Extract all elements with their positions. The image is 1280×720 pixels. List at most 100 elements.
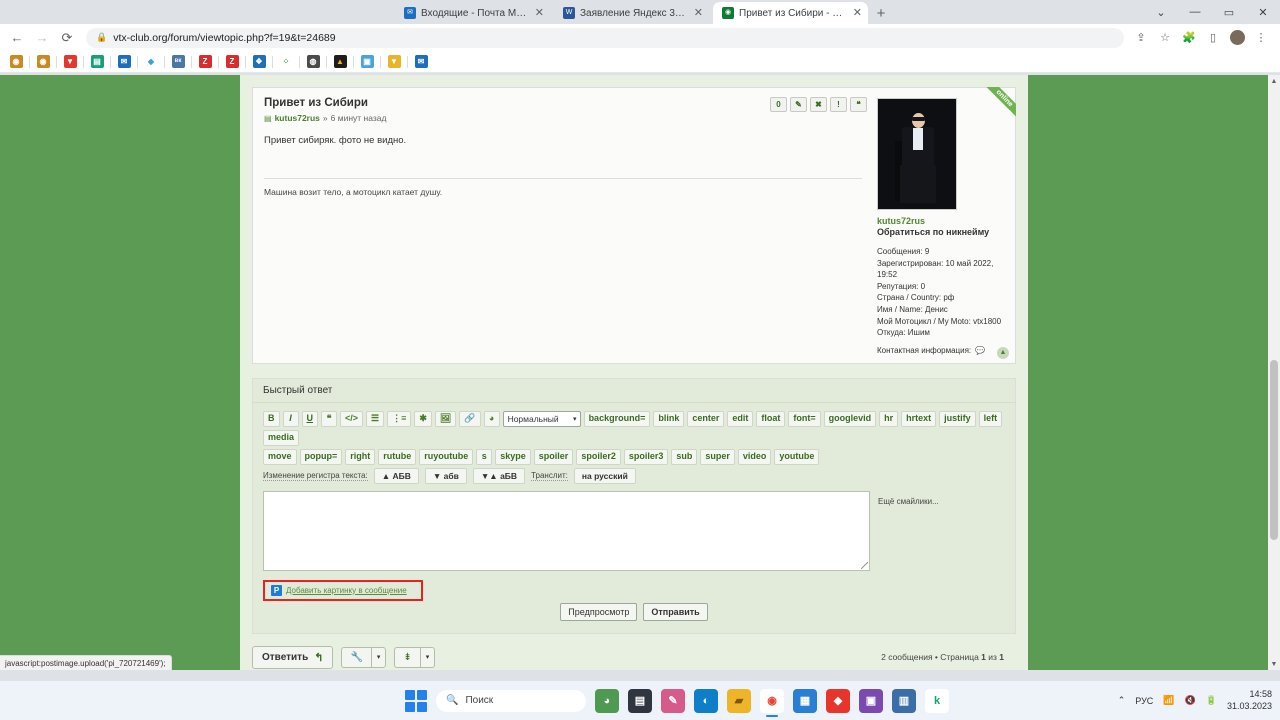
- browser-tab-2[interactable]: W Заявление Яндекс 360.docx - Я… ✕: [554, 2, 709, 24]
- bbcode-video[interactable]: video: [737, 448, 772, 465]
- bookmark-item-11[interactable]: ⁘: [274, 53, 298, 71]
- avatar[interactable]: [877, 98, 957, 210]
- reply-button[interactable]: Ответить ↰: [252, 645, 334, 669]
- chevron-down-icon[interactable]: ▾: [370, 646, 387, 668]
- bookmark-item-5[interactable]: ✉: [112, 53, 136, 71]
- image-button[interactable]: 🖼: [434, 410, 457, 427]
- add-image-highlight[interactable]: Р Добавить картинку в сообщение: [263, 579, 423, 601]
- display-sort-split-button[interactable]: ⇟ ▾: [394, 646, 436, 668]
- bbcode-edit[interactable]: edit: [727, 410, 754, 427]
- bbcode-left[interactable]: left: [978, 410, 1003, 427]
- taskbar-store[interactable]: ▦: [793, 688, 817, 713]
- scrollbar-up-arrow[interactable]: ▲: [1268, 75, 1280, 87]
- list-button[interactable]: ☰: [366, 410, 385, 427]
- post-report-button[interactable]: !: [830, 97, 847, 112]
- italic-button[interactable]: I: [282, 410, 299, 427]
- font-size-select[interactable]: Нормальный: [502, 410, 581, 427]
- bookmark-item-4[interactable]: ▤: [85, 53, 109, 71]
- scrollbar-thumb[interactable]: [1270, 360, 1278, 540]
- sort-icon[interactable]: ⇟: [394, 646, 420, 668]
- back-icon[interactable]: ←: [6, 27, 28, 49]
- bookmark-item-6[interactable]: ◆: [139, 53, 163, 71]
- more-smilies-link[interactable]: Ещё смайлики...: [878, 491, 939, 571]
- scrollbar-down-arrow[interactable]: ▼: [1268, 658, 1280, 670]
- bbcode-super[interactable]: super: [700, 448, 735, 465]
- window-chevron-icon[interactable]: ⌄: [1144, 0, 1178, 24]
- bbcode-ruyoutube[interactable]: ruyoutube: [419, 448, 474, 465]
- bbcode-hr[interactable]: hr: [879, 410, 899, 427]
- bbcode-rutube[interactable]: rutube: [378, 448, 417, 465]
- taskbar-chrome[interactable]: ◉: [760, 688, 784, 717]
- window-close-icon[interactable]: ✕: [1246, 0, 1280, 24]
- quote-button[interactable]: ❝: [321, 410, 337, 427]
- bbcode-youtube[interactable]: youtube: [774, 448, 820, 465]
- extensions-puzzle-icon[interactable]: 🧩: [1180, 29, 1198, 47]
- bbcode-move[interactable]: move: [263, 448, 297, 465]
- browser-tab-3-active[interactable]: ◉ Привет из Сибири - HONDA VT… ✕: [713, 2, 868, 24]
- code-button[interactable]: </>: [340, 410, 364, 427]
- bookmark-item-15[interactable]: ▼: [382, 53, 406, 71]
- bookmark-item-3[interactable]: ▼: [58, 53, 82, 71]
- preview-button[interactable]: Предпросмотр: [560, 602, 638, 621]
- taskbar-edge[interactable]: ◐: [694, 688, 718, 713]
- color-button[interactable]: ◕: [483, 410, 500, 427]
- bbcode-hrtext[interactable]: hrtext: [901, 410, 937, 427]
- post-quote-button[interactable]: ❝: [850, 97, 867, 112]
- taskbar-red-app[interactable]: ◆: [826, 688, 850, 713]
- bbcode-spoiler2[interactable]: spoiler2: [576, 448, 621, 465]
- lowercase-button[interactable]: ▼ абв: [424, 467, 467, 484]
- bookmark-item-14[interactable]: ▣: [355, 53, 379, 71]
- bbcode-justify[interactable]: justify: [939, 410, 976, 427]
- profile-username[interactable]: kutus72rus: [877, 216, 1007, 226]
- browser-tab-1[interactable]: ✉ Входящие - Почта Mail.ru ✕: [395, 2, 550, 24]
- translit-to-russian-button[interactable]: на русский: [573, 467, 636, 484]
- bbcode-popup[interactable]: popup=: [299, 448, 343, 465]
- tray-chevron-icon[interactable]: ⌃: [1118, 695, 1126, 706]
- bookmark-item-10[interactable]: ❖: [247, 53, 271, 71]
- bookmark-item-12[interactable]: ◍: [301, 53, 325, 71]
- bold-button[interactable]: B: [263, 410, 280, 427]
- post-author-link[interactable]: kutus72rus: [275, 113, 320, 123]
- bbcode-background[interactable]: background=: [583, 410, 651, 427]
- bbcode-s[interactable]: s: [476, 448, 493, 465]
- bookmark-item-13[interactable]: ▲: [328, 53, 352, 71]
- taskbar-search-box[interactable]: 🔍 Поиск: [436, 689, 586, 712]
- bbcode-media[interactable]: media: [263, 429, 300, 446]
- tab-close-icon[interactable]: ✕: [535, 7, 544, 19]
- address-bar[interactable]: 🔒 vtx-club.org/forum/viewtopic.php?f=19&…: [86, 27, 1124, 48]
- wifi-icon[interactable]: 📶: [1163, 695, 1174, 706]
- url-button[interactable]: 🔗: [459, 410, 481, 427]
- taskbar-kaspersky[interactable]: k: [925, 688, 949, 713]
- bookmark-item-1[interactable]: ◉: [4, 53, 28, 71]
- add-image-link[interactable]: Добавить картинку в сообщение: [286, 586, 407, 595]
- tab-close-icon[interactable]: ✕: [694, 7, 703, 19]
- new-tab-button[interactable]: +: [868, 2, 894, 24]
- bbcode-spoiler[interactable]: spoiler: [533, 448, 574, 465]
- tab-close-icon[interactable]: ✕: [853, 7, 862, 19]
- bookmark-item-16[interactable]: ✉: [409, 53, 433, 71]
- post-delete-button[interactable]: ✖: [810, 97, 827, 112]
- wrench-icon[interactable]: 🔧: [341, 646, 371, 668]
- topic-tools-split-button[interactable]: 🔧 ▾: [341, 646, 387, 668]
- bbcode-spoiler3[interactable]: spoiler3: [623, 448, 669, 465]
- taskbar-file-explorer-dark[interactable]: ▤: [628, 688, 652, 713]
- profile-avatar[interactable]: [1228, 29, 1246, 47]
- language-indicator[interactable]: РУС: [1135, 696, 1153, 706]
- chevron-down-icon[interactable]: ▾: [419, 646, 436, 668]
- windows-start-icon[interactable]: [405, 689, 427, 712]
- share-icon[interactable]: ⇪: [1132, 29, 1150, 47]
- bbcode-right[interactable]: right: [345, 448, 376, 465]
- underline-button[interactable]: U: [301, 410, 318, 427]
- bbcode-center[interactable]: center: [687, 410, 725, 427]
- window-minimize-icon[interactable]: —: [1178, 0, 1212, 24]
- taskbar-clock[interactable]: 14:58 31.03.2023: [1227, 689, 1272, 712]
- volume-mute-icon[interactable]: 🔇: [1185, 695, 1196, 706]
- bbcode-skype[interactable]: skype: [495, 448, 531, 465]
- bookmark-item-2[interactable]: ◉: [31, 53, 55, 71]
- chrome-menu-icon[interactable]: ⋮: [1252, 29, 1270, 47]
- speech-bubble-icon[interactable]: 💬: [975, 346, 985, 355]
- submit-button[interactable]: Отправить: [643, 602, 708, 621]
- bookmark-item-8[interactable]: Z: [193, 53, 217, 71]
- textarea-resize-grip[interactable]: [861, 561, 868, 569]
- bbcode-blink[interactable]: blink: [653, 410, 685, 427]
